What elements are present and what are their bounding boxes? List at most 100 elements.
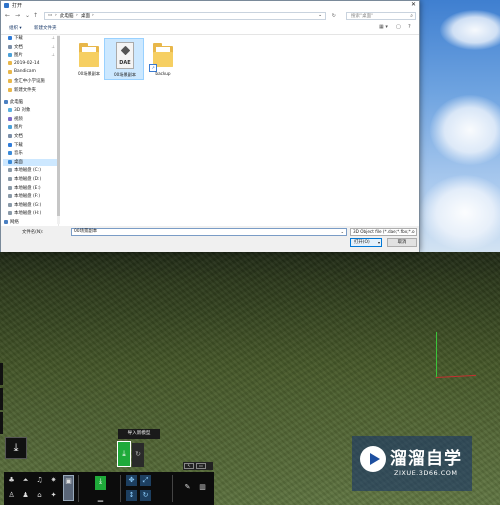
side-tab[interactable] [0, 363, 3, 385]
sidebar-item[interactable]: 图片 [3, 124, 58, 131]
cancel-button[interactable]: 取消 [387, 238, 417, 247]
up-arrow-icon[interactable]: ↑ [33, 12, 38, 19]
vertical-move-icon[interactable]: ↕ [126, 490, 137, 501]
picture-icon [8, 125, 12, 130]
import-model-button[interactable]: ⤓ [117, 441, 131, 467]
filename-input[interactable]: 00场景副本 ⌄ [71, 228, 347, 236]
breadcrumb-this-pc[interactable]: 此电脑 [60, 13, 74, 19]
sidebar-item-label: Bandicam [14, 69, 36, 75]
sidebar-item-label: 本地磁盘 (H:) [14, 211, 42, 217]
sidebar-item[interactable]: 此电脑 [3, 99, 58, 106]
sidebar-item[interactable]: 文档 ⊥ [3, 44, 58, 51]
tree-icon[interactable]: ♣ [6, 475, 17, 486]
view-options-icon[interactable]: ▦ ▾ [379, 24, 388, 30]
walk-icon[interactable]: ♟ [20, 490, 31, 501]
sidebar-item[interactable]: 本地磁盘 (C:) [3, 167, 58, 174]
close-icon[interactable]: ✕ [411, 1, 416, 8]
effects-icon[interactable]: ✷ [48, 475, 59, 486]
sidebar-item[interactable]: 桌面 [3, 158, 58, 166]
music-icon [8, 151, 12, 156]
filetype-select[interactable]: 3D Object file (*.dae;*.fbx;*.o [350, 228, 417, 236]
import-model-tooltip: 导入新模型 [118, 429, 160, 439]
navigation-scrollbar[interactable] [57, 34, 60, 224]
address-dropdown-icon[interactable]: ⌄ [318, 13, 322, 18]
sidebar-item-label: 本地磁盘 (C:) [14, 168, 41, 174]
sidebar-item[interactable]: 视频 [3, 116, 58, 123]
music-icon[interactable]: ♫ [34, 475, 45, 486]
sidebar-item[interactable]: 本地磁盘 (F:) [3, 193, 58, 200]
sidebar-item[interactable]: 金汇中小学设施 [3, 78, 58, 85]
help-icon[interactable]: ? [408, 24, 411, 30]
model-library-icon[interactable]: ▣ [63, 475, 74, 501]
download-icon[interactable]: ⤓ [5, 437, 27, 459]
file-item-folder[interactable]: 00场景副本 [69, 38, 109, 80]
watermark-url: ZIXUE.3D66.COM [394, 469, 458, 477]
sidebar-item[interactable]: 新建文件夹 [3, 87, 58, 94]
sidebar-item[interactable]: 本地磁盘 (H:) [3, 210, 58, 217]
cloud [430, 95, 500, 165]
back-arrow-icon[interactable]: ← [5, 12, 10, 19]
sidebar-item-label: 本地磁盘 (D:) [14, 177, 42, 182]
scrollbar-thumb[interactable] [57, 36, 60, 216]
pointer-icon[interactable]: ↖ [184, 463, 194, 469]
sidebar-item[interactable]: 3D 对象 [3, 107, 58, 114]
filename-value: 00场景副本 [74, 229, 98, 234]
sidebar-item[interactable]: 下载 [3, 142, 58, 149]
network-icon [4, 220, 8, 224]
dae-file-icon: DAE [116, 42, 134, 69]
watermark: 溜溜自学 ZIXUE.3D66.COM [352, 436, 472, 491]
house-icon[interactable]: ⌂ [34, 490, 45, 501]
sidebar-item[interactable]: 下载 ⊥ [3, 35, 58, 42]
file-item-shortcut[interactable]: ↗ backup [143, 38, 183, 80]
sidebar-item[interactable]: 文档 [3, 133, 58, 140]
open-button[interactable]: 打开(O) ▾ [350, 238, 382, 247]
wrench-icon[interactable]: ✎ [182, 482, 193, 493]
refresh-icon[interactable]: ↻ [332, 13, 336, 19]
breadcrumb-desktop[interactable]: 桌面 [81, 13, 90, 19]
sidebar-item-label: 下载 [14, 142, 23, 148]
person-icon[interactable]: ♙ [6, 490, 17, 501]
file-item-dae[interactable]: DAE 00场景副本 [104, 38, 144, 80]
cube-icon [8, 108, 12, 113]
rotate-icon[interactable]: ↻ [140, 490, 151, 501]
sidebar-item[interactable]: 本地磁盘 (D:) [3, 176, 58, 183]
export-icon[interactable]: ▁ [95, 493, 106, 504]
organize-button[interactable]: 组织 ▾ [9, 25, 22, 31]
import-icon[interactable]: ⤓ [95, 476, 106, 490]
sidebar-item[interactable]: 音乐 [3, 150, 58, 157]
watermark-name: 溜溜自学 [390, 449, 462, 469]
sidebar-item[interactable]: 2019-02-14 [3, 61, 58, 68]
pc-icon: ▭ [48, 13, 53, 18]
sidebar-item[interactable]: 本地磁盘 (G:) [3, 202, 58, 209]
drive-icon [8, 194, 12, 199]
refresh-icon[interactable]: ↻ [132, 443, 144, 467]
sidebar-item-label: 图片 [14, 53, 23, 59]
open-file-dialog: 打开 ✕ ← → ⌄ ↑ ▭ › 此电脑 › 桌面 › ⌄ ↻ 搜索"桌面" ⌕… [0, 0, 420, 252]
pin-icon: ⊥ [51, 35, 55, 40]
light-icon[interactable]: ✦ [48, 490, 59, 501]
sidebar-item[interactable]: 本地磁盘 (E:) [3, 185, 58, 192]
divider [172, 475, 173, 502]
open-dropdown-icon[interactable]: ▾ [378, 239, 380, 246]
sidebar-item[interactable]: Bandicam [3, 69, 58, 76]
preview-pane-icon[interactable]: ▢ [396, 24, 401, 30]
side-tab[interactable] [0, 412, 3, 434]
move-icon[interactable]: ✥ [126, 475, 137, 486]
cloud [420, 175, 500, 250]
box-select-icon[interactable]: ▭ [196, 463, 206, 469]
scale-icon[interactable]: ⤢ [140, 475, 151, 486]
recent-dropdown-icon[interactable]: ⌄ [25, 12, 30, 19]
trash-icon[interactable]: ▥ [197, 482, 208, 493]
search-icon: ⌕ [410, 13, 413, 19]
search-input[interactable]: 搜索"桌面" ⌕ [346, 12, 416, 20]
terrain-icon[interactable]: ⏶ [20, 475, 31, 486]
folder-icon [8, 79, 12, 83]
forward-arrow-icon[interactable]: → [15, 12, 20, 19]
sidebar-item[interactable]: 图片 ⊥ [3, 52, 58, 59]
new-folder-button[interactable]: 新建文件夹 [34, 25, 57, 31]
search-placeholder: 搜索"桌面" [351, 14, 374, 19]
sidebar-item[interactable]: 网络 [3, 219, 58, 226]
address-field[interactable]: ▭ › 此电脑 › 桌面 › ⌄ ↻ [44, 12, 336, 20]
side-tab[interactable] [0, 388, 3, 410]
chevron-down-icon[interactable]: ⌄ [341, 229, 344, 235]
